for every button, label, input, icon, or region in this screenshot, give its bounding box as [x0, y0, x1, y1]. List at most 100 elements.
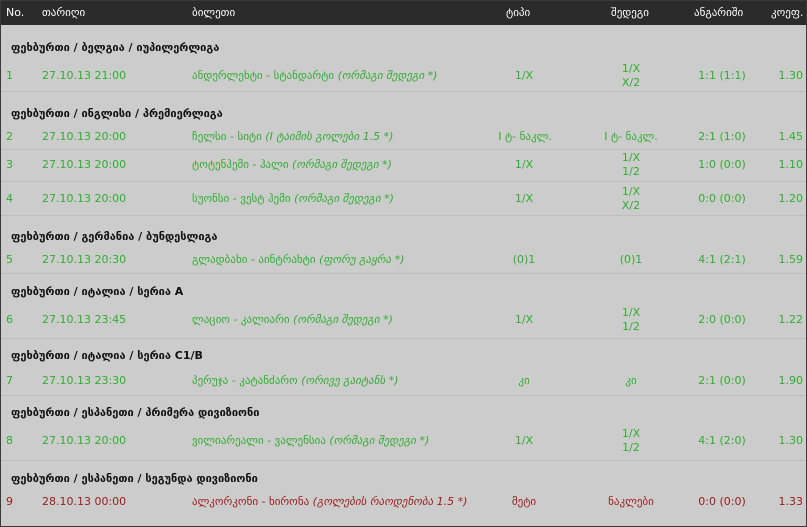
- row-event: ანდერლეხტი - სტანდარტი (ორმაგი შედეგი *): [192, 69, 437, 82]
- row-date: 27.10.13 23:45: [42, 313, 127, 326]
- row-score: 0:0 (0:0): [698, 495, 746, 508]
- row-event: პერუჯა - კატანძარო (ორივე გაიტანს *): [192, 374, 399, 387]
- row-divider: [1, 395, 806, 396]
- row-divider: [1, 149, 806, 150]
- event-teams: სუონსი - ვესტ ჰემი: [192, 192, 291, 205]
- row-event: სუონსი - ვესტ ჰემი (ორმაგი შედეგი *): [192, 192, 394, 205]
- row-outcome: 1/X 1/2: [607, 306, 655, 334]
- row-event: ჩელსი - სიტი (I ტაიმის გოლები 1.5 *): [192, 130, 393, 143]
- row-date: 28.10.13 00:00: [42, 495, 127, 508]
- event-teams: ალკორკონი - ხირონა: [192, 495, 310, 508]
- row-coef: 1.90: [778, 374, 804, 387]
- outcome-line: (0)1: [619, 253, 643, 266]
- event-teams: ლაციო - კალიარი: [192, 313, 290, 326]
- row-date: 27.10.13 20:00: [42, 158, 127, 171]
- row-number: 5: [6, 253, 13, 266]
- row-date: 27.10.13 20:30: [42, 253, 127, 266]
- row-score: 4:1 (2:1): [698, 253, 746, 266]
- header-ticket: ბილეთი: [192, 6, 236, 19]
- row-number: 1: [6, 69, 13, 82]
- group-title: ფეხბურთი / იტალია / სერია A: [11, 285, 184, 298]
- row-divider: [1, 273, 806, 274]
- header-outcome: შედეგი: [611, 6, 649, 19]
- row-outcome: კი: [607, 374, 655, 388]
- row-score: 2:1 (0:0): [698, 374, 746, 387]
- row-score: 2:1 (1:0): [698, 130, 746, 143]
- group-title: ფეხბურთი / ინგლისი / პრემიერლიგა: [11, 107, 223, 120]
- event-teams: პერუჯა - კატანძარო: [192, 374, 298, 387]
- event-market: (ორმაგი შედეგი *): [293, 313, 393, 326]
- row-score: 1:1 (1:1): [698, 69, 746, 82]
- row-outcome: I ტ- ნაკლ.: [601, 130, 661, 144]
- row-coef: 1.45: [778, 130, 804, 143]
- row-outcome: 1/X X/2: [607, 62, 655, 90]
- row-date: 27.10.13 21:00: [42, 69, 127, 82]
- outcome-line: 1/X: [621, 62, 641, 75]
- row-type: 1/X: [514, 69, 534, 82]
- event-market: (ორმაგი შედეგი *): [337, 69, 438, 82]
- header-no: No.: [6, 6, 25, 19]
- row-coef: 1.10: [778, 158, 804, 171]
- row-coef: 1.20: [778, 192, 804, 205]
- row-divider: [1, 338, 806, 339]
- row-outcome: 1/X X/2: [607, 185, 655, 213]
- event-market: (ორივე გაიტანს *): [301, 374, 399, 387]
- group-title: ფეხბურთი / ბელგია / იუპილერლიგა: [11, 41, 220, 54]
- event-market: (I ტაიმის გოლები 1.5 *): [265, 130, 394, 143]
- row-date: 27.10.13 20:00: [42, 434, 127, 447]
- row-event: ალკორკონი - ხირონა (გოლების რაოდენობა 1.…: [192, 495, 467, 508]
- outcome-line: 1/2: [622, 165, 640, 178]
- row-score: 1:0 (0:0): [698, 158, 746, 171]
- row-number: 3: [6, 158, 13, 171]
- outcome-line: X/2: [621, 76, 641, 89]
- event-teams: ანდერლეხტი - სტანდარტი: [192, 69, 335, 82]
- table-header: No. თარიღი ბილეთი ტიპი შედეგი ანგარიში კ…: [1, 1, 806, 25]
- row-coef: 1.22: [778, 313, 804, 326]
- event-market: (ფორუ გაყრა *): [319, 253, 405, 266]
- group-title: ფეხბურთი / იტალია / სერია C1/B: [11, 349, 203, 362]
- row-coef: 1.33: [778, 495, 804, 508]
- row-outcome: 1/X 1/2: [607, 151, 655, 179]
- row-divider: [1, 181, 806, 182]
- row-number: 7: [6, 374, 13, 387]
- outcome-line: კი: [625, 374, 637, 387]
- row-event: ლაციო - კალიარი (ორმაგი შედეგი *): [192, 313, 393, 326]
- event-market: (გოლების რაოდენობა 1.5 *): [312, 495, 468, 508]
- row-divider: [1, 215, 806, 216]
- row-score: 2:0 (0:0): [698, 313, 746, 326]
- row-type: 1/X: [514, 192, 534, 205]
- group-title: ფეხბურთი / ესპანეთი / პრიმერა დივიზიონი: [11, 406, 260, 419]
- row-score: 4:1 (2:0): [698, 434, 746, 447]
- row-type: კი: [518, 374, 530, 387]
- row-number: 2: [6, 130, 13, 143]
- event-market: (ორმაგი შედეგი *): [329, 434, 430, 447]
- event-teams: ვილიარეალი - ვალენსია: [192, 434, 326, 447]
- row-coef: 1.30: [778, 434, 804, 447]
- outcome-line: 1/2: [622, 441, 640, 454]
- row-event: ტოტენჰემი - ჰალი (ორმაგი შედეგი *): [192, 158, 392, 171]
- header-date: თარიღი: [42, 6, 86, 19]
- outcome-line: 1/X: [621, 427, 641, 440]
- row-divider: [1, 460, 806, 461]
- row-outcome: ნაკლები: [597, 495, 665, 509]
- bet-history-table: No. თარიღი ბილეთი ტიპი შედეგი ანგარიში კ…: [0, 0, 807, 527]
- row-date: 27.10.13 23:30: [42, 374, 127, 387]
- outcome-line: ნაკლები: [608, 495, 654, 508]
- row-divider: [1, 91, 806, 92]
- row-date: 27.10.13 20:00: [42, 192, 127, 205]
- row-score: 0:0 (0:0): [698, 192, 746, 205]
- outcome-line: 1/X: [621, 185, 641, 198]
- row-number: 4: [6, 192, 13, 205]
- row-event: ვილიარეალი - ვალენსია (ორმაგი შედეგი *): [192, 434, 429, 447]
- outcome-line: X/2: [621, 199, 641, 212]
- header-coef: კოეფ.: [771, 6, 804, 19]
- outcome-line: 1/X: [621, 306, 641, 319]
- row-coef: 1.30: [778, 69, 804, 82]
- row-coef: 1.59: [778, 253, 804, 266]
- row-number: 9: [6, 495, 13, 508]
- event-market: (ორმაგი შედეგი *): [292, 158, 392, 171]
- row-type: 1/X: [514, 313, 534, 326]
- event-teams: გლადბახი - აინტრახტი: [192, 253, 316, 266]
- outcome-line: 1/2: [622, 320, 640, 333]
- row-outcome: (0)1: [607, 253, 655, 267]
